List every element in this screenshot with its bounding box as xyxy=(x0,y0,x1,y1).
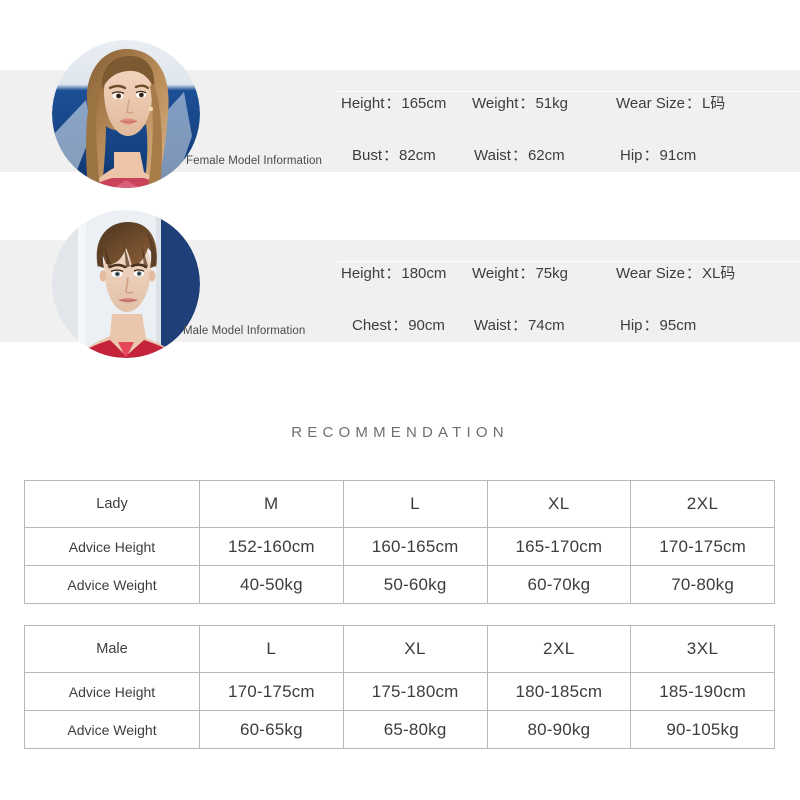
recommendation-title: RECOMMENDATION xyxy=(291,424,509,441)
female-model-measurements: Height：165cm Weight：51kg Wear Size：L码 Bu… xyxy=(338,70,800,172)
female-model-info-block: Female Model Information Height：165cm We… xyxy=(0,40,800,190)
table-header-cell: XL xyxy=(342,625,488,673)
table-cell: 90-105kg xyxy=(630,710,775,749)
table-cell: 40-50kg xyxy=(199,565,344,604)
row-label: Advice Weight xyxy=(24,710,200,749)
table-cell: 170-175cm xyxy=(630,527,775,566)
measurement-bust: Bust：82cm xyxy=(352,147,436,164)
table-header-cell: L xyxy=(199,625,344,673)
table-header-cell: M xyxy=(199,480,344,528)
table-header-cell: XL xyxy=(486,480,632,528)
measurement-wear-size: Wear Size：XL码 xyxy=(616,265,736,282)
table-header-cell: Male xyxy=(24,625,200,673)
male-model-measurements: Height：180cm Weight：75kg Wear Size：XL码 C… xyxy=(338,240,800,342)
table-cell: 80-90kg xyxy=(486,710,632,749)
male-model-label: Male Model Information xyxy=(183,325,306,337)
female-model-label: Female Model Information xyxy=(186,155,322,167)
table-cell: 70-80kg xyxy=(630,565,775,604)
table-cell: 170-175cm xyxy=(199,672,344,711)
table-header-cell: 3XL xyxy=(630,625,775,673)
measurement-weight: Weight：51kg xyxy=(472,95,568,112)
table-header-cell: 2XL xyxy=(486,625,632,673)
table-row: Advice Height 152-160cm 160-165cm 165-17… xyxy=(24,527,775,566)
table-cell: 60-65kg xyxy=(199,710,344,749)
table-cell: 152-160cm xyxy=(199,527,344,566)
table-row: Advice Weight 40-50kg 50-60kg 60-70kg 70… xyxy=(24,565,775,604)
measurement-waist: Waist：62cm xyxy=(474,147,565,164)
measurement-wear-size: Wear Size：L码 xyxy=(616,95,726,112)
row-label: Advice Height xyxy=(24,672,200,711)
table-row: Advice Weight 60-65kg 65-80kg 80-90kg 90… xyxy=(24,710,775,749)
measurement-chest: Chest：90cm xyxy=(352,317,445,334)
measurement-height: Height：180cm xyxy=(341,265,447,282)
male-model-info-block: Male Model Information Height：180cm Weig… xyxy=(0,210,800,360)
table-header-row: Male L XL 2XL 3XL xyxy=(24,625,775,673)
measurement-hip: Hip：95cm xyxy=(620,317,697,334)
table-cell: 185-190cm xyxy=(630,672,775,711)
female-model-photo xyxy=(52,40,200,188)
table-row: Advice Height 170-175cm 175-180cm 180-18… xyxy=(24,672,775,711)
table-cell: 165-170cm xyxy=(486,527,632,566)
table-header-cell: Lady xyxy=(24,480,200,528)
table-header-cell: 2XL xyxy=(630,480,775,528)
table-cell: 65-80kg xyxy=(342,710,488,749)
male-model-photo xyxy=(52,210,200,358)
measurement-hip: Hip：91cm xyxy=(620,147,697,164)
male-size-table: Male L XL 2XL 3XL Advice Height 170-175c… xyxy=(24,625,775,749)
measurement-weight: Weight：75kg xyxy=(472,265,568,282)
table-cell: 160-165cm xyxy=(342,527,488,566)
table-header-row: Lady M L XL 2XL xyxy=(24,480,775,528)
measurement-waist: Waist：74cm xyxy=(474,317,565,334)
table-cell: 175-180cm xyxy=(342,672,488,711)
lady-size-table: Lady M L XL 2XL Advice Height 152-160cm … xyxy=(24,480,775,604)
row-label: Advice Weight xyxy=(24,565,200,604)
table-header-cell: L xyxy=(342,480,488,528)
size-guide-page: Female Model Information Height：165cm We… xyxy=(0,0,800,800)
table-cell: 180-185cm xyxy=(486,672,632,711)
table-cell: 60-70kg xyxy=(486,565,632,604)
row-label: Advice Height xyxy=(24,527,200,566)
measurement-height: Height：165cm xyxy=(341,95,447,112)
table-cell: 50-60kg xyxy=(342,565,488,604)
